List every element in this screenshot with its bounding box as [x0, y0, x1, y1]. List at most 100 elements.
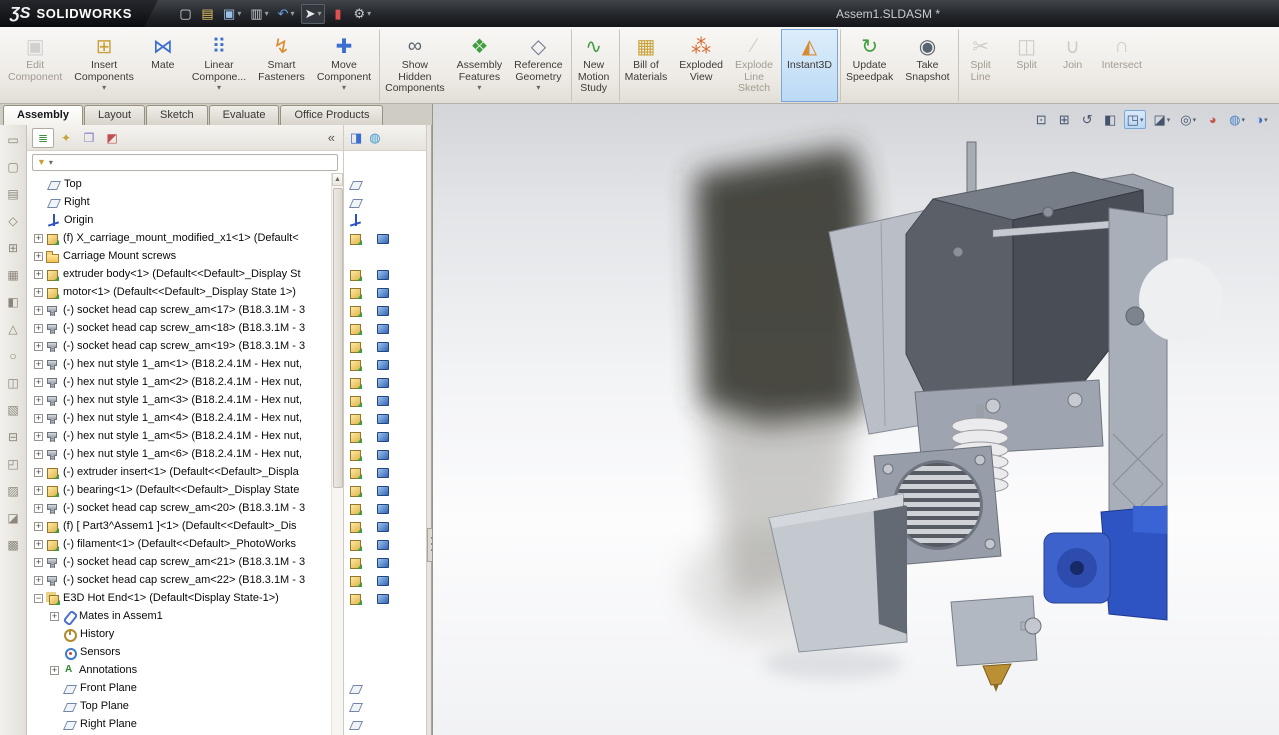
display-pane-row[interactable] — [344, 391, 426, 409]
left-tool-icon[interactable]: ▩ — [7, 538, 18, 552]
left-tool-icon[interactable]: ▢ — [7, 160, 18, 174]
view-settings-button[interactable]: ◑ — [1252, 110, 1271, 129]
display-pane-row[interactable] — [344, 175, 426, 193]
display-pane-row[interactable] — [344, 373, 426, 391]
move-component-button[interactable]: ✚ Move Component — [311, 29, 377, 102]
tree-item-hex-nut-2[interactable]: (-) hex nut style 1_am<2> (B18.2.4.1M - … — [27, 373, 331, 391]
expander[interactable] — [33, 197, 46, 208]
reference-geometry-button[interactable]: ◇ Reference Geometry — [508, 29, 568, 102]
expander[interactable] — [33, 179, 46, 190]
expander[interactable] — [34, 324, 43, 333]
collapse-panel-chevron[interactable]: « — [325, 130, 338, 145]
display-pane-row[interactable] — [344, 697, 426, 715]
exploded-view-button[interactable]: ⁂ Exploded View — [673, 29, 729, 102]
zoom-to-fit-button[interactable]: ⊡ — [1032, 110, 1051, 129]
tree-item-top-plane-child[interactable]: Top Plane — [27, 697, 331, 715]
tab-assembly[interactable]: Assembly — [3, 105, 83, 125]
expander[interactable] — [49, 683, 62, 694]
tab-evaluate[interactable]: Evaluate — [209, 105, 280, 125]
tree-item-socket-screw-20[interactable]: (-) socket head cap screw_am<20> (B18.3.… — [27, 499, 331, 517]
tree-item-mates-in-assem1[interactable]: Mates in Assem1 — [27, 607, 331, 625]
model-mid-bracket[interactable] — [915, 380, 1103, 456]
left-tool-icon[interactable]: ▤ — [7, 187, 18, 201]
expander[interactable] — [34, 558, 43, 567]
update-speedpak-button[interactable]: ↻ Update Speedpak — [840, 29, 899, 102]
tree-item-motor[interactable]: motor<1> (Default<<Default>_Display Stat… — [27, 283, 331, 301]
apply-scene-button[interactable]: ◍ — [1226, 110, 1248, 129]
display-pane-row[interactable] — [344, 193, 426, 211]
explode-line-sketch-button[interactable]: ∕ Explode Line Sketch — [729, 29, 779, 102]
show-hidden-components-button[interactable]: ∞ Show Hidden Components — [379, 29, 451, 102]
expander[interactable] — [34, 414, 43, 423]
left-tool-icon[interactable]: ▨ — [7, 484, 18, 498]
tab-sketch[interactable]: Sketch — [146, 105, 208, 125]
expander[interactable] — [34, 270, 43, 279]
graphics-viewport[interactable]: ⊡ ⊞ ↺ ◧ ◳ ◪ — [432, 104, 1279, 735]
left-tool-icon[interactable]: ⊟ — [8, 430, 18, 444]
tree-item-hex-nut-5[interactable]: (-) hex nut style 1_am<5> (B18.2.4.1M - … — [27, 427, 331, 445]
displaymanager-tab[interactable]: ◩ — [101, 128, 123, 148]
expander[interactable] — [49, 719, 62, 730]
rebuild-icon[interactable]: ▮ — [328, 4, 347, 24]
scrollbar-up-arrow[interactable]: ▲ — [332, 173, 343, 186]
insert-components-button[interactable]: ⊞ Insert Components — [68, 29, 140, 102]
view-orientation-button[interactable]: ◳ — [1124, 110, 1147, 129]
display-pane-row[interactable] — [344, 589, 426, 607]
tab-layout[interactable]: Layout — [84, 105, 145, 125]
display-pane-row[interactable] — [344, 517, 426, 535]
previous-view-button[interactable]: ↺ — [1078, 110, 1097, 129]
display-pane-row[interactable] — [344, 229, 426, 247]
smart-fasteners-button[interactable]: ↯ Smart Fasteners — [252, 29, 311, 102]
tree-item-hex-nut-3[interactable]: (-) hex nut style 1_am<3> (B18.2.4.1M - … — [27, 391, 331, 409]
left-tool-icon[interactable]: ◇ — [8, 214, 17, 228]
tree-filter-input[interactable]: ▼ ▾ — [32, 154, 338, 171]
left-tool-icon[interactable]: ▭ — [7, 133, 18, 147]
tree-scrollbar[interactable]: ▲ — [331, 173, 343, 735]
tree-item-right-plane-child[interactable]: Right Plane — [27, 715, 331, 733]
bill-of-materials-button[interactable]: ▦ Bill of Materials — [619, 29, 674, 102]
expander[interactable] — [34, 594, 43, 603]
featuremanager-tab[interactable]: ≣ — [32, 128, 54, 148]
tree-item-history[interactable]: History — [27, 625, 331, 643]
save-icon[interactable]: ▣ — [220, 4, 244, 24]
new-document-icon[interactable]: ▢ — [176, 4, 195, 24]
tree-item-hex-nut-6[interactable]: (-) hex nut style 1_am<6> (B18.2.4.1M - … — [27, 445, 331, 463]
display-pane-row[interactable] — [344, 283, 426, 301]
left-tool-icon[interactable]: ⊞ — [8, 241, 18, 255]
display-pane-row[interactable] — [344, 553, 426, 571]
select-icon[interactable]: ➤ — [301, 4, 326, 24]
join-button[interactable]: ∪ Join — [1050, 29, 1096, 102]
open-icon[interactable]: ▤ — [198, 4, 217, 24]
tree-item-socket-screw-21[interactable]: (-) socket head cap screw_am<21> (B18.3.… — [27, 553, 331, 571]
display-pane-row[interactable] — [344, 445, 426, 463]
display-pane-row[interactable] — [344, 355, 426, 373]
display-pane-row[interactable] — [344, 625, 426, 643]
tree-item-carriage-mount-screws-folder[interactable]: Carriage Mount screws — [27, 247, 331, 265]
display-pane-row[interactable] — [344, 247, 426, 265]
assembly-features-button[interactable]: ❖ Assembly Features — [451, 29, 509, 102]
expander[interactable] — [49, 647, 62, 658]
tree-item-filament[interactable]: (-) filament<1> (Default<<Default>_Photo… — [27, 535, 331, 553]
new-motion-study-button[interactable]: ∿ New Motion Study — [571, 29, 617, 102]
tree-item-extruder-body[interactable]: extruder body<1> (Default<<Default>_Disp… — [27, 265, 331, 283]
expander[interactable] — [50, 612, 59, 621]
expander[interactable] — [34, 540, 43, 549]
display-pane-row[interactable] — [344, 499, 426, 517]
scrollbar-thumb[interactable] — [333, 188, 343, 488]
left-tool-icon[interactable]: △ — [8, 322, 17, 336]
tree-item-right-plane[interactable]: Right — [27, 193, 331, 211]
tree-item-socket-screw-17[interactable]: (-) socket head cap screw_am<17> (B18.3.… — [27, 301, 331, 319]
left-tool-icon[interactable]: ◪ — [7, 511, 18, 525]
linear-component-pattern-button[interactable]: ⠿ Linear Compone... — [186, 29, 252, 102]
tree-item-socket-screw-18[interactable]: (-) socket head cap screw_am<18> (B18.3.… — [27, 319, 331, 337]
hide-show-items-button[interactable]: ◎ — [1177, 110, 1199, 129]
left-tool-icon[interactable]: ○ — [9, 349, 16, 363]
display-pane-row[interactable] — [344, 319, 426, 337]
display-pane-row[interactable] — [344, 409, 426, 427]
display-pane-row[interactable] — [344, 427, 426, 445]
section-view-button[interactable]: ◧ — [1101, 110, 1120, 129]
display-pane-row[interactable] — [344, 463, 426, 481]
take-snapshot-button[interactable]: ◉ Take Snapshot — [899, 29, 955, 102]
expander[interactable] — [34, 360, 43, 369]
model-blue-bracket[interactable] — [1101, 506, 1167, 620]
